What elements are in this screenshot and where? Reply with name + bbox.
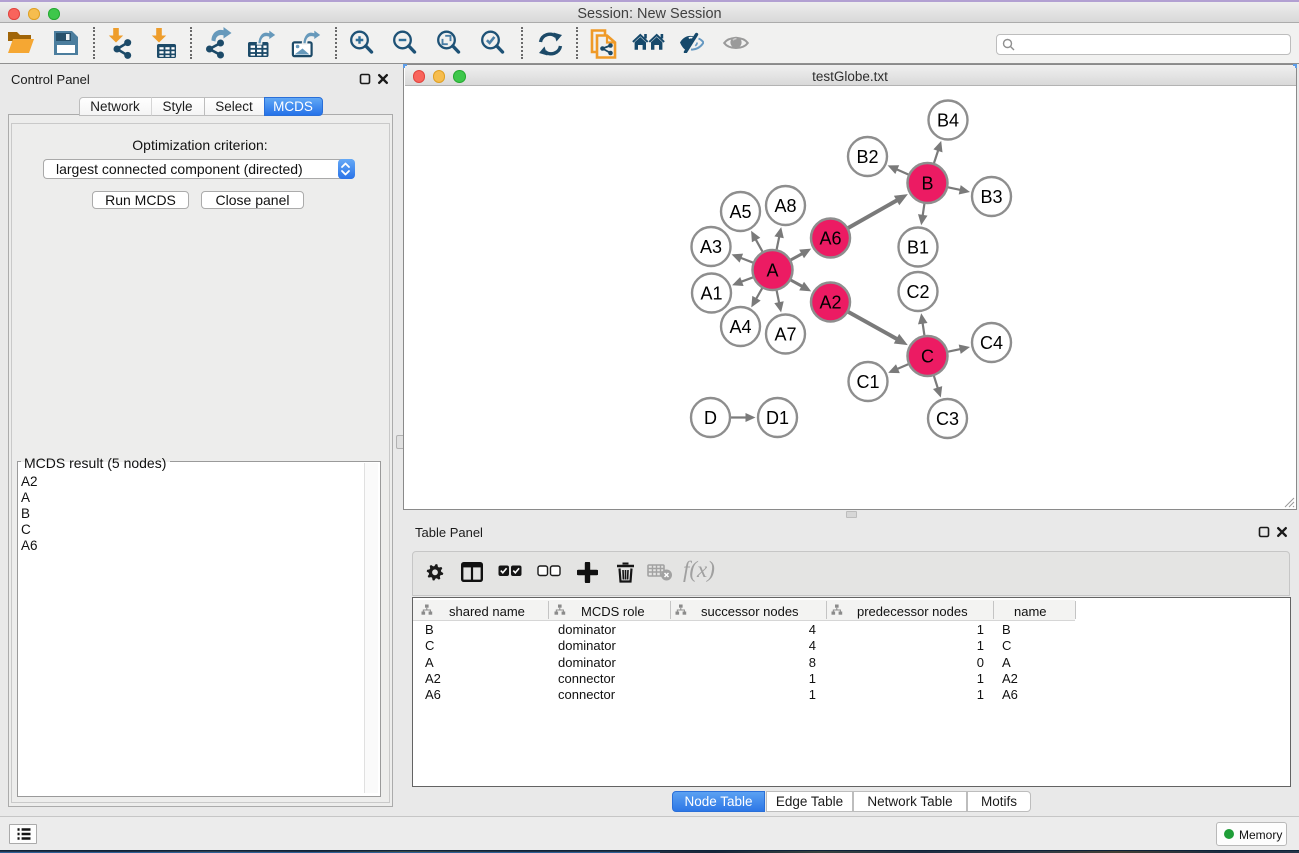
svg-text:A8: A8 — [774, 196, 796, 216]
svg-text:B1: B1 — [906, 237, 928, 257]
svg-text:A6: A6 — [819, 228, 841, 248]
svg-text:C2: C2 — [906, 282, 929, 302]
svg-text:B4: B4 — [936, 110, 958, 130]
svg-text:C1: C1 — [856, 372, 879, 392]
svg-text:A: A — [766, 260, 778, 280]
svg-text:A2: A2 — [819, 292, 841, 312]
svg-text:B2: B2 — [856, 147, 878, 167]
svg-text:D1: D1 — [765, 408, 788, 428]
svg-text:B: B — [921, 173, 933, 193]
svg-text:C4: C4 — [979, 333, 1002, 353]
svg-text:A7: A7 — [774, 324, 796, 344]
svg-text:B3: B3 — [980, 187, 1002, 207]
svg-text:D: D — [704, 408, 717, 428]
svg-text:C3: C3 — [935, 409, 958, 429]
svg-text:A5: A5 — [729, 202, 751, 222]
svg-text:A3: A3 — [699, 237, 721, 257]
svg-text:A4: A4 — [729, 317, 751, 337]
svg-text:C: C — [921, 346, 934, 366]
svg-text:A1: A1 — [700, 283, 722, 303]
